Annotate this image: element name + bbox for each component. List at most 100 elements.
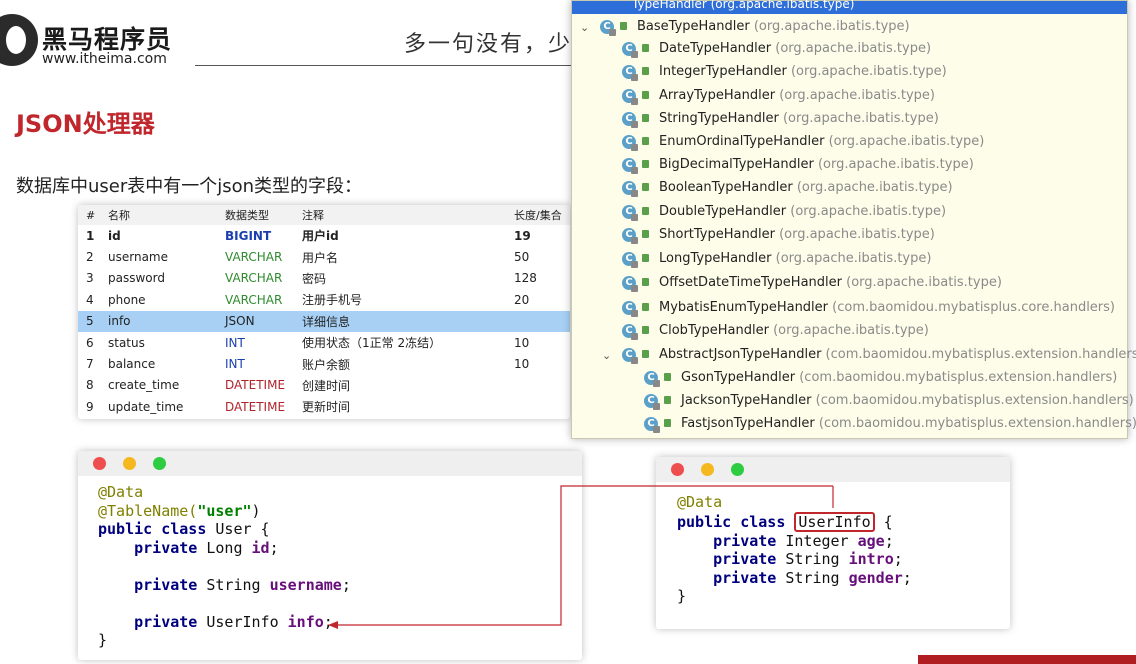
row-index: 4 [86, 292, 94, 307]
public-access-icon [642, 183, 649, 191]
brand-url: www.itheima.com [42, 51, 167, 67]
package-name: (org.apache.ibatis.type) [774, 227, 935, 242]
description: 数据库中user表中有一个json类型的字段： [16, 176, 363, 197]
close-dot-icon[interactable] [93, 457, 106, 470]
popup-header-selected[interactable]: TypeHandler (org.apache.ibatis.type) [572, 0, 1127, 14]
class-name: GsonTypeHandler [681, 370, 796, 385]
row-index: 2 [86, 250, 94, 265]
col-header-type[interactable]: 数据类型 [225, 205, 302, 225]
tree-item-label: OffsetDateTimeTypeHandler (org.apache.ib… [659, 275, 1002, 290]
col-header-comment[interactable]: 注释 [302, 205, 514, 225]
class-icon: C [622, 252, 638, 268]
class-name: MybatisEnumTypeHandler [659, 300, 829, 315]
package-name: (org.apache.ibatis.type) [771, 41, 932, 56]
class-icon: C [622, 324, 638, 340]
tree-item[interactable]: C JacksonTypeHandler (com.baomidou.mybati… [572, 392, 1134, 415]
minimize-dot-icon[interactable] [123, 457, 136, 470]
tree-item[interactable]: C ShortTypeHandler (org.apache.ibatis.typ… [572, 226, 1127, 249]
row-name: info [108, 310, 225, 332]
table-header-row: # 名称 数据类型 注释 长度/集合 [78, 205, 570, 225]
package-name: (org.apache.ibatis.type) [771, 251, 932, 266]
row-name: password [108, 271, 165, 286]
class-name: DoubleTypeHandler [659, 204, 787, 219]
tree-item[interactable]: C ClobTypeHandler (org.apache.ibatis.type… [572, 322, 1127, 345]
row-length: 128 [514, 271, 537, 286]
public-access-icon [642, 67, 649, 75]
class-icon: C [622, 181, 638, 197]
public-access-icon [642, 207, 649, 215]
table-row[interactable]: 1 id BIGINT 用户id 19 [78, 225, 570, 246]
tree-item-label: ShortTypeHandler (org.apache.ibatis.type… [659, 227, 935, 242]
col-header-length[interactable]: 长度/集合 [514, 205, 570, 225]
tree-item[interactable]: C DoubleTypeHandler (org.apache.ibatis.ty… [572, 203, 1127, 226]
row-name: create_time [108, 378, 180, 393]
tree-item[interactable]: ⌄ C AbstractJsonTypeHandler (com.baomidou.… [572, 346, 1136, 369]
table-row[interactable]: 2 username VARCHAR 用户名 50 [78, 246, 570, 267]
public-access-icon [642, 326, 649, 334]
row-comment: 用户名 [302, 250, 339, 265]
class-name: OffsetDateTimeTypeHandler [659, 275, 842, 290]
maximize-dot-icon[interactable] [731, 463, 744, 476]
tree-item-label: StringTypeHandler (org.apache.ibatis.typ… [659, 111, 939, 126]
row-length [514, 375, 570, 396]
header-divider [195, 65, 575, 66]
row-length: 50 [514, 250, 530, 265]
class-name: FastjsonTypeHandler [681, 416, 815, 431]
class-name: JacksonTypeHandler [681, 393, 812, 408]
maximize-dot-icon[interactable] [153, 457, 166, 470]
table-row[interactable]: 6 status INT 使用状态（1正常 2冻结） 10 [78, 332, 570, 353]
package-name: (org.apache.ibatis.type) [778, 111, 939, 126]
tree-item[interactable]: C EnumOrdinalTypeHandler (org.apache.ibat… [572, 133, 1127, 156]
table-row[interactable]: 7 balance INT 账户余额 10 [78, 353, 570, 374]
tree-item[interactable]: C IntegerTypeHandler (org.apache.ibatis.t… [572, 63, 1127, 86]
tree-item-label: MybatisEnumTypeHandler (com.baomidou.myb… [659, 300, 1115, 315]
minimize-dot-icon[interactable] [701, 463, 714, 476]
db-schema-table: # 名称 数据类型 注释 长度/集合 1 id BIGINT 用户id 19 2… [78, 205, 570, 419]
public-access-icon [642, 303, 649, 311]
class-name: BigDecimalTypeHandler [659, 157, 814, 172]
tree-item[interactable]: C StringTypeHandler (org.apache.ibatis.ty… [572, 110, 1127, 133]
row-length: 19 [514, 228, 531, 243]
tree-item[interactable]: C DateTypeHandler (org.apache.ibatis.type… [572, 40, 1127, 63]
class-name: StringTypeHandler [659, 111, 779, 126]
tree-item[interactable]: C BooleanTypeHandler (org.apache.ibatis.t… [572, 179, 1127, 202]
table-row[interactable]: 8 create_time DATETIME 创建时间 [78, 375, 570, 396]
userinfo-class-code: @Data public class UserInfo { private In… [677, 493, 912, 605]
public-access-icon [642, 44, 649, 52]
class-name: IntegerTypeHandler [659, 64, 787, 79]
tree-item-label: IntegerTypeHandler (org.apache.ibatis.ty… [659, 64, 947, 79]
row-name: update_time [108, 399, 184, 414]
user-class-code-window: @Data @TableName("user") public class Us… [78, 451, 582, 660]
tree-item-label: DoubleTypeHandler (org.apache.ibatis.typ… [659, 204, 946, 219]
class-icon: C [622, 158, 638, 174]
tree-item[interactable]: C MybatisEnumTypeHandler (com.baomidou.my… [572, 299, 1127, 322]
tree-item[interactable]: C LongTypeHandler (org.apache.ibatis.type… [572, 250, 1127, 273]
row-name: id [108, 228, 121, 243]
table-row-selected[interactable]: 5 info JSON 详细信息 [78, 310, 570, 332]
tree-item[interactable]: C BigDecimalTypeHandler (org.apache.ibati… [572, 156, 1127, 179]
row-name: username [108, 250, 168, 265]
chevron-down-icon[interactable]: ⌄ [602, 349, 614, 362]
table-row[interactable]: 3 password VARCHAR 密码 128 [78, 268, 570, 289]
table-row[interactable]: 4 phone VARCHAR 注册手机号 20 [78, 289, 570, 310]
close-dot-icon[interactable] [671, 463, 684, 476]
package-name: (org.apache.ibatis.type) [768, 323, 929, 338]
page-title: JSON处理器 [16, 110, 155, 138]
row-length [514, 310, 570, 332]
table-row[interactable]: 9 update_time DATETIME 更新时间 [78, 396, 570, 417]
class-name: AbstractJsonTypeHandler [659, 347, 822, 362]
col-header-index[interactable]: # [78, 205, 108, 225]
tree-item-label: EnumOrdinalTypeHandler (org.apache.ibati… [659, 134, 984, 149]
col-header-name[interactable]: 名称 [108, 205, 225, 225]
class-name: ArrayTypeHandler [659, 88, 776, 103]
tree-item[interactable]: C OffsetDateTimeTypeHandler (org.apache.i… [572, 274, 1127, 297]
tree-item[interactable]: ⌄ C BaseTypeHandler (org.apache.ibatis.typ… [572, 18, 1127, 41]
tree-item[interactable]: C FastjsonTypeHandler (com.baomidou.mybat… [572, 415, 1136, 438]
public-access-icon [642, 137, 649, 145]
row-comment: 使用状态（1正常 2冻结） [302, 336, 442, 351]
tree-item[interactable]: C GsonTypeHandler (com.baomidou.mybatispl… [572, 369, 1127, 392]
chevron-down-icon[interactable]: ⌄ [580, 21, 592, 34]
class-name: EnumOrdinalTypeHandler [659, 134, 825, 149]
tree-item[interactable]: C ArrayTypeHandler (org.apache.ibatis.typ… [572, 87, 1127, 110]
package-name: (com.baomidou.mybatisplus.extension.hand… [814, 416, 1136, 431]
